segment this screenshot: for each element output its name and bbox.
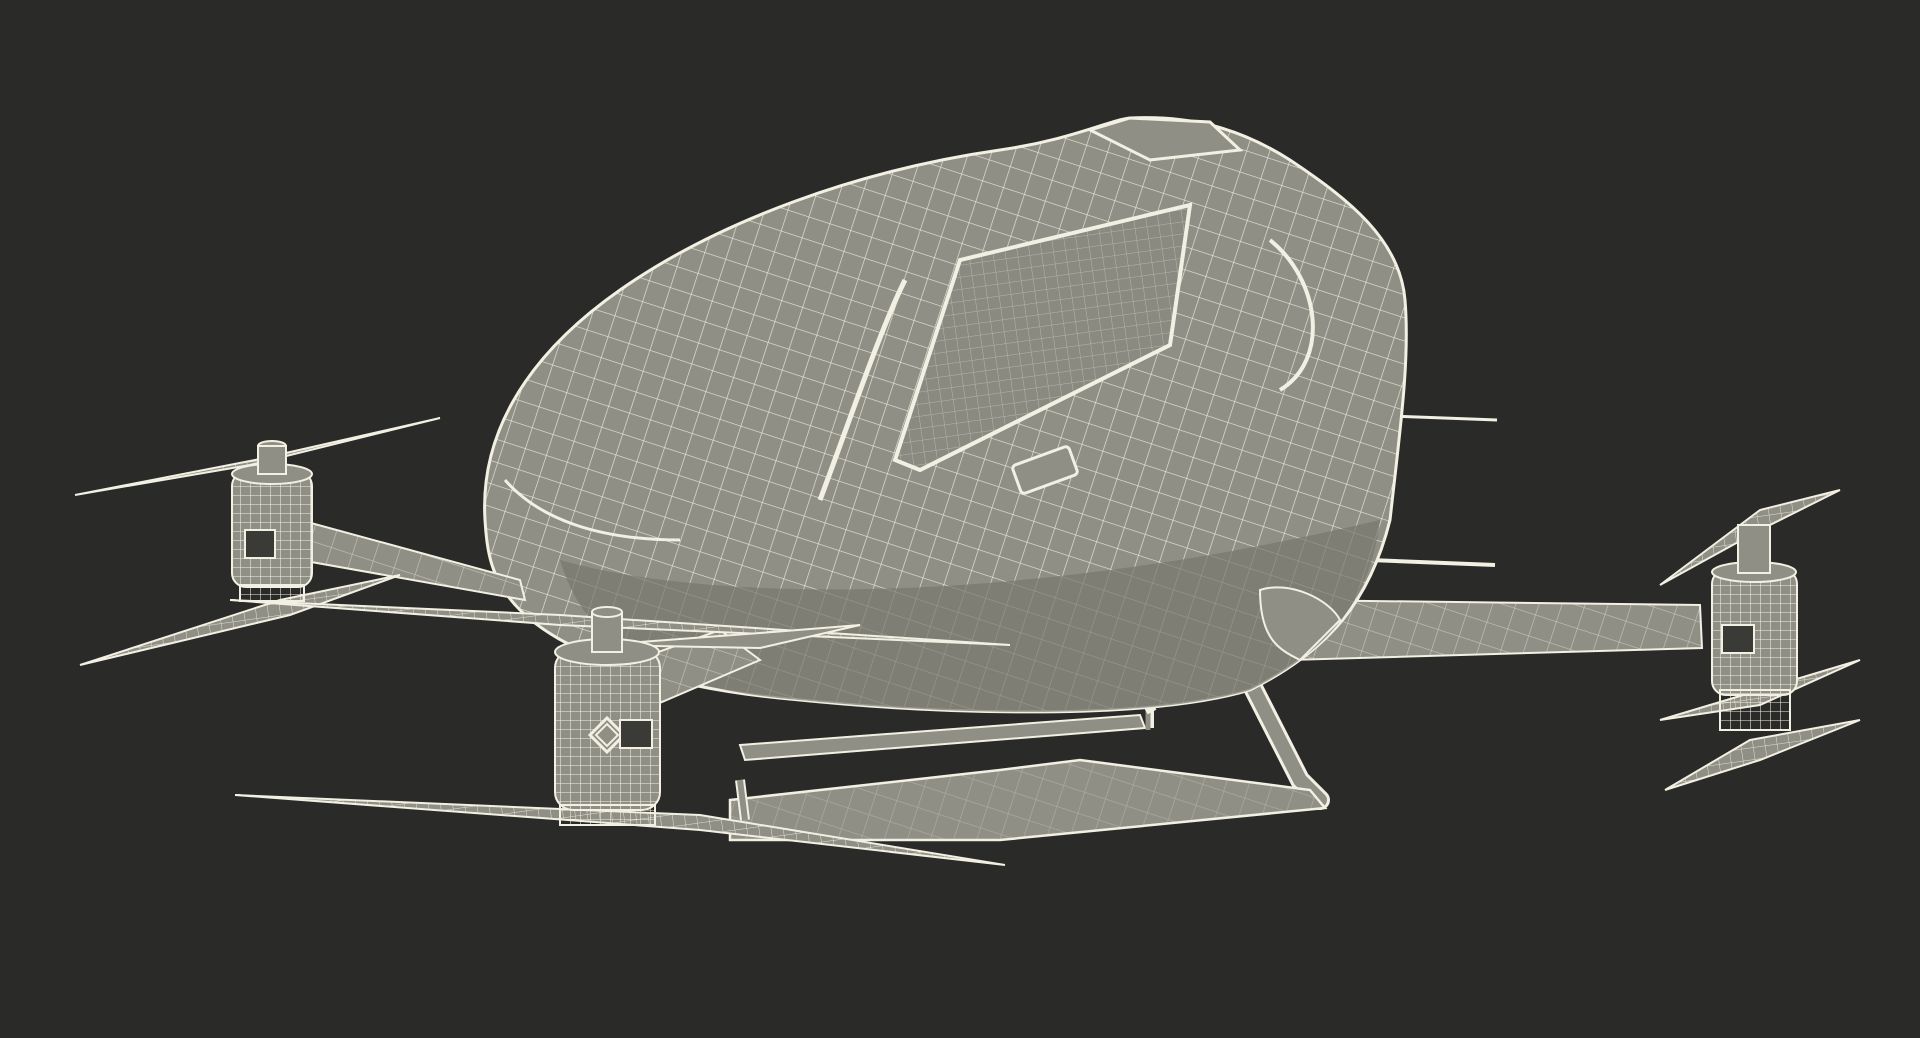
front-landing-skid bbox=[728, 758, 1328, 842]
drone-wireframe-render bbox=[0, 0, 1920, 1038]
drone-wireframe-svg bbox=[74, 116, 1861, 866]
